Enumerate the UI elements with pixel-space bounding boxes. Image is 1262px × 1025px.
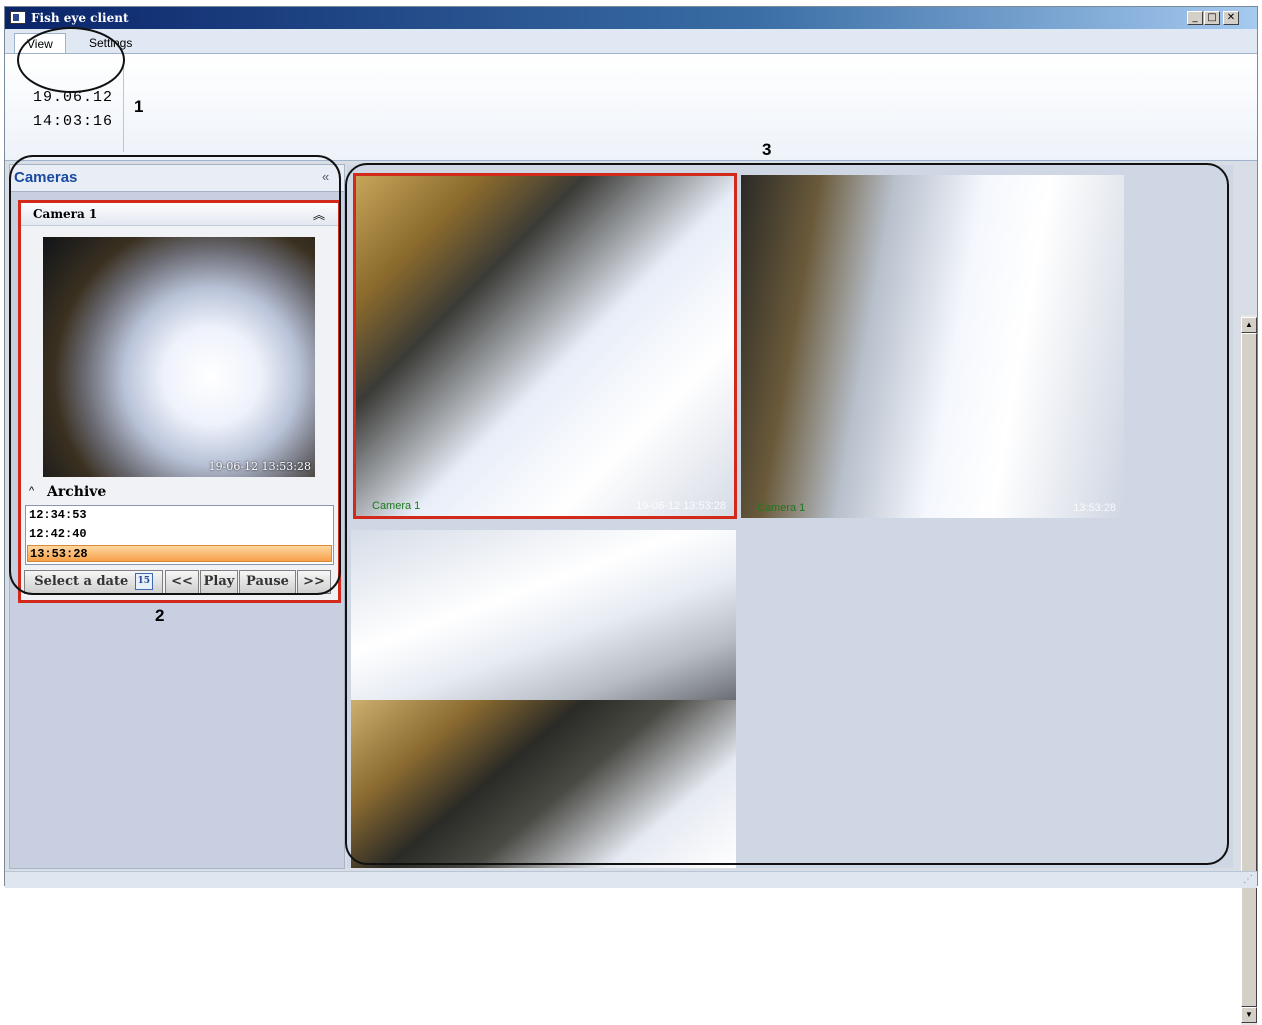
minimize-button[interactable]: _ [1187, 11, 1203, 25]
ribbon-tab-strip: View Settings [5, 29, 1257, 54]
ribbon-separator [123, 60, 124, 152]
vertical-scrollbar[interactable]: ▲ ▼ [1241, 315, 1257, 1025]
current-time: 14:03:16 [33, 113, 114, 130]
callout-label-2: 2 [155, 606, 165, 625]
scroll-down-arrow-icon[interactable]: ▼ [1241, 1007, 1257, 1023]
app-icon [10, 11, 26, 24]
scrollbar-thumb[interactable] [1241, 333, 1257, 1007]
maximize-button[interactable]: □ [1204, 11, 1220, 25]
close-button[interactable]: ✕ [1223, 11, 1239, 25]
callout-oval-3 [345, 163, 1229, 865]
title-bar: Fish eye client _ □ ✕ [5, 7, 1257, 29]
window-title: Fish eye client [31, 11, 129, 25]
callout-label-3: 3 [762, 140, 772, 159]
resize-grip-icon[interactable]: ⋰ [1243, 874, 1253, 885]
scroll-up-arrow-icon[interactable]: ▲ [1241, 317, 1257, 333]
callout-oval-1 [17, 27, 125, 93]
status-bar: ⋰ [5, 871, 1257, 888]
ribbon-panel: 19.06.12 14:03:16 [5, 53, 1257, 161]
callout-label-1: 1 [134, 97, 144, 116]
callout-oval-2 [9, 155, 341, 595]
